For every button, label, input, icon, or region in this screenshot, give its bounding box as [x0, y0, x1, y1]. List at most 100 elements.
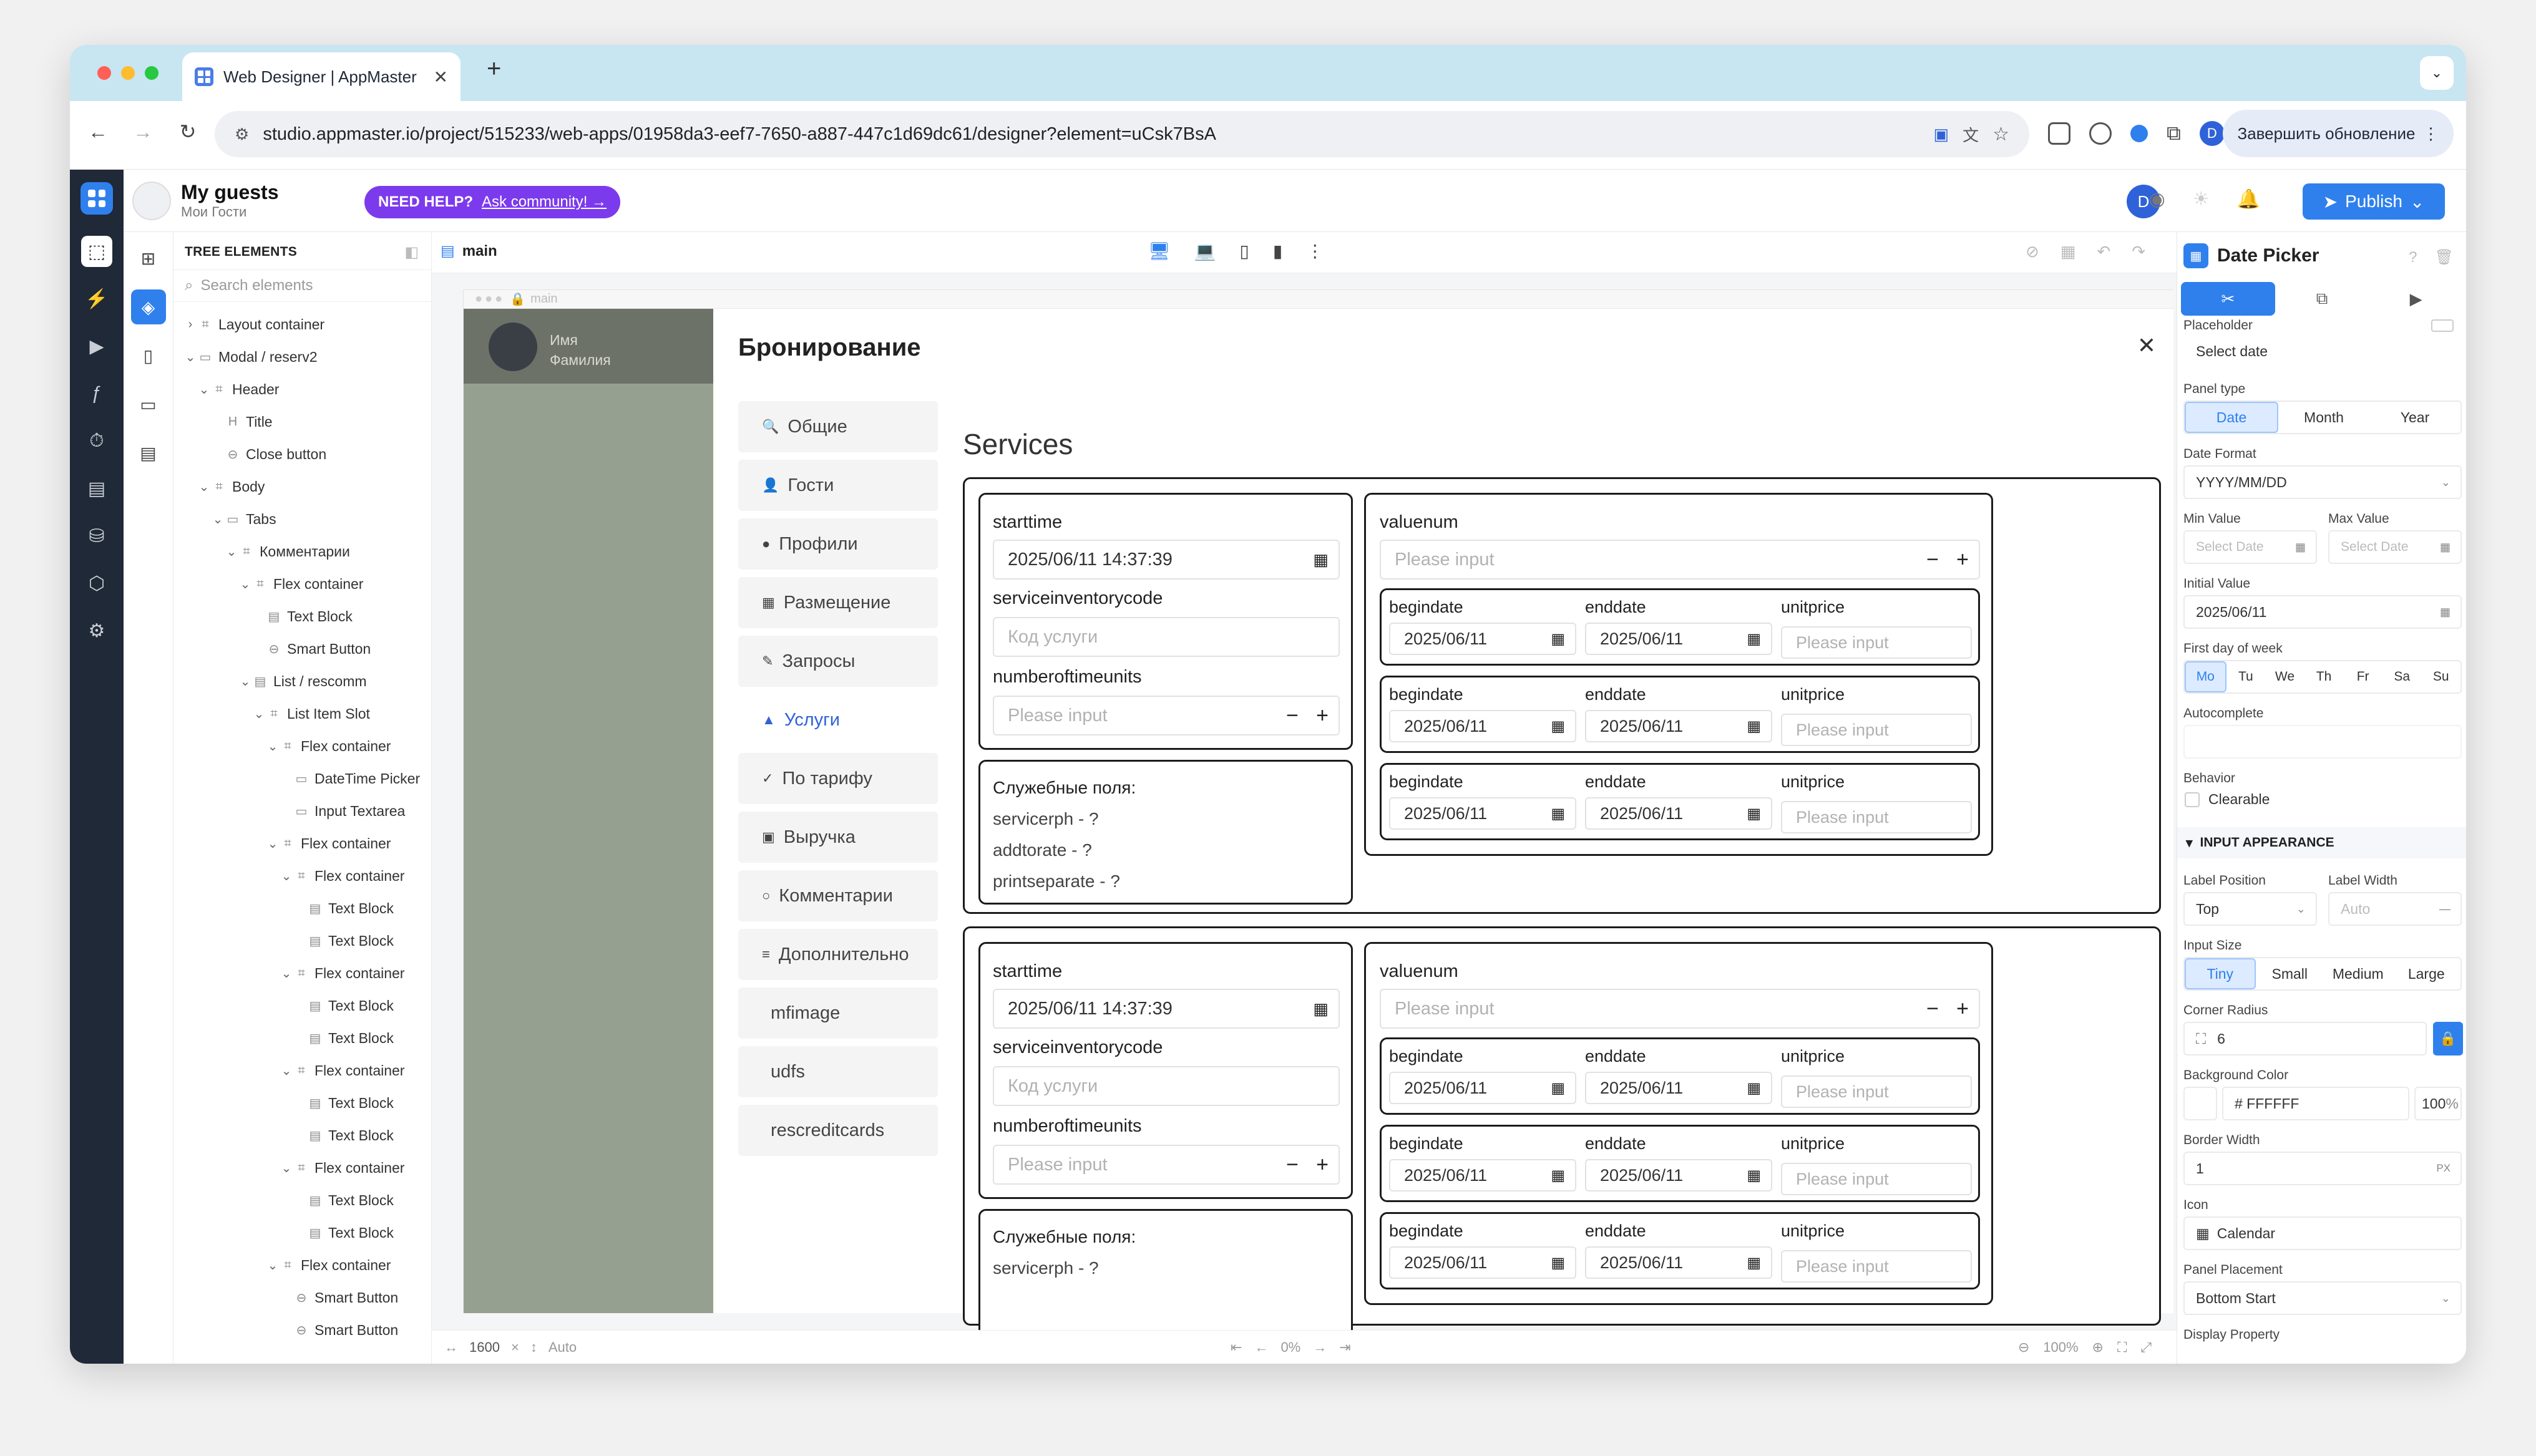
opacity-input[interactable]: 100% [2414, 1087, 2462, 1120]
help-icon[interactable]: ? [2409, 249, 2417, 266]
input-size-tiny[interactable]: Tiny [2185, 958, 2256, 989]
scroll-start-icon[interactable]: ⇤ [1231, 1339, 1242, 1356]
chevron-icon[interactable]: › [183, 318, 197, 332]
back-icon[interactable]: ← [82, 120, 114, 143]
panel-type-date[interactable]: Date [2185, 402, 2278, 433]
ask-community-link[interactable]: Ask community! → [482, 193, 607, 211]
input-size-medium[interactable]: Medium [2324, 958, 2392, 989]
chevron-icon[interactable]: ⌄ [280, 1160, 293, 1176]
tree-item[interactable]: ⌄ ⌗ Flex container [173, 1054, 432, 1087]
chevron-icon[interactable]: ⌄ [197, 382, 211, 397]
date-input[interactable]: 2025/06/11 ▦ [1585, 1159, 1772, 1191]
modal-tab[interactable]: 👤 Гости [738, 460, 938, 511]
modal-tab[interactable]: udfs [738, 1046, 938, 1097]
corner-radius-input[interactable]: ⛶ 6 [2183, 1022, 2427, 1056]
tree-item[interactable]: ▭ Input Textarea [173, 795, 432, 827]
max-value-input[interactable]: Select Date ▦ [2328, 530, 2462, 564]
tree-item[interactable]: ⌄ ⌗ Header [173, 373, 432, 405]
chevron-icon[interactable]: ⌄ [197, 479, 211, 495]
chevron-icon[interactable]: ⌄ [266, 739, 280, 754]
appmaster-logo-icon[interactable] [80, 182, 113, 215]
tree-search[interactable]: ⌕ Search elements [173, 269, 432, 302]
lock-icon[interactable]: 🔒 [2433, 1022, 2463, 1056]
numberoftimeunits-input[interactable]: Please input − + [993, 696, 1340, 735]
zoom-out-icon[interactable]: ⊖ [2018, 1339, 2029, 1356]
clearable-checkbox[interactable] [2185, 792, 2200, 807]
tree-item[interactable]: ▤ Text Block [173, 1184, 432, 1216]
starttime-input[interactable]: 2025/06/11 14:37:39 ▦ [993, 540, 1340, 580]
modal-tab[interactable]: ▦ Размещение [738, 577, 938, 628]
redo-icon[interactable]: ↷ [2132, 242, 2145, 261]
tree-item[interactable]: ⊖ Smart Button [173, 1314, 432, 1346]
zoom-in-icon[interactable]: ⊕ [2092, 1339, 2104, 1356]
date-input[interactable]: 2025/06/11 ▦ [1389, 710, 1576, 742]
panel-placement-select[interactable]: Bottom Start ⌄ [2183, 1281, 2462, 1315]
modal-tab[interactable]: ✎ Запросы [738, 636, 938, 687]
modal-tab[interactable]: ✓ По тарифу [738, 753, 938, 804]
unitprice-input[interactable]: Please input [1781, 626, 1972, 659]
icon-select[interactable]: ▦ Calendar [2183, 1216, 2462, 1250]
weekday-option[interactable]: Sa [2382, 661, 2422, 692]
laptop-view-icon[interactable]: 💻 [1194, 241, 1216, 261]
tree-item[interactable]: ⊖ Close button [173, 438, 432, 470]
serviceinventorycode-input[interactable]: Код услуги [993, 617, 1340, 657]
date-input[interactable]: 2025/06/11 ▦ [1585, 797, 1772, 830]
chevron-icon[interactable]: ⌄ [280, 1063, 293, 1079]
bookmark-star-icon[interactable]: ☆ [1992, 124, 2009, 145]
weekday-option[interactable]: Su [2421, 661, 2460, 692]
tree-item[interactable]: ▤ Text Block [173, 925, 432, 957]
debug-icon[interactable]: ☀ [2193, 188, 2210, 210]
translate-toggle-icon[interactable] [2431, 319, 2454, 332]
date-input[interactable]: 2025/06/11 ▦ [1389, 1246, 1576, 1279]
minimize-window-button[interactable] [121, 66, 135, 80]
minus-icon[interactable]: − [1926, 548, 1939, 572]
tree-item[interactable]: ⌄ ⌗ Комментарии [173, 535, 432, 568]
autocomplete-input[interactable] [2183, 725, 2462, 759]
starttime-input[interactable]: 2025/06/11 14:37:39 ▦ [993, 989, 1340, 1029]
tree-item[interactable]: ⌄ ⌗ Flex container [173, 568, 432, 600]
tree-item[interactable]: ⌄ ⌗ Flex container [173, 1152, 432, 1184]
chevron-icon[interactable]: ⌄ [238, 576, 252, 592]
tree-item[interactable]: ⌄ ⌗ Flex container [173, 957, 432, 989]
valuenum-input[interactable]: Please input − + [1380, 989, 1980, 1029]
canvas-height[interactable]: Auto [549, 1339, 577, 1356]
page-selector[interactable]: main [462, 243, 497, 260]
minus-icon[interactable]: − [1286, 704, 1299, 728]
close-window-button[interactable] [97, 66, 111, 80]
tree-item[interactable]: ⊖ Smart Button [173, 1281, 432, 1314]
input-size-small[interactable]: Small [2256, 958, 2324, 989]
min-value-input[interactable]: Select Date ▦ [2183, 530, 2317, 564]
maximize-window-button[interactable] [145, 66, 158, 80]
browser-tab[interactable]: Web Designer | AppMaster ✕ [182, 52, 461, 101]
tree-item[interactable]: ⌄ ⌗ Flex container [173, 1249, 432, 1281]
app-install-icon[interactable]: ▣ [1934, 125, 1949, 144]
weekday-option[interactable]: Fr [2343, 661, 2382, 692]
profile-avatar[interactable]: D [2199, 121, 2225, 146]
settings-gear-icon[interactable]: ⚙ [81, 615, 112, 646]
unitprice-input[interactable]: Please input [1781, 1075, 1972, 1108]
translate-icon[interactable]: 文 [1963, 123, 1979, 146]
serviceinventorycode-input[interactable]: Код услуги [993, 1066, 1340, 1106]
tree-item[interactable]: ⌄ ▤ List / rescomm [173, 665, 432, 697]
database-icon[interactable]: ⛁ [81, 520, 112, 551]
help-banner[interactable]: NEED HELP? Ask community! → [364, 186, 621, 218]
chevron-icon[interactable]: ⌄ [183, 349, 197, 365]
panel-type-year[interactable]: Year [2369, 402, 2460, 433]
scroll-left-icon[interactable]: ← [1254, 1339, 1268, 1356]
tree-item[interactable]: ⌄ ⌗ Flex container [173, 730, 432, 762]
fit-icon[interactable]: ⛶ [2117, 1339, 2127, 1356]
endpoints-icon[interactable]: ▶ [81, 331, 112, 362]
designer-icon[interactable]: ⬚ [81, 236, 112, 267]
canvas-width[interactable]: 1600 [469, 1339, 500, 1356]
tree-item[interactable]: ▤ Text Block [173, 1022, 432, 1054]
tree-item[interactable]: ⌄ ⌗ Body [173, 470, 432, 503]
tree-item[interactable]: ▤ Text Block [173, 892, 432, 925]
tree-item[interactable]: ⌄ ⌗ Flex container [173, 860, 432, 892]
tree-item[interactable]: ⌄ ▭ Modal / reserv2 [173, 341, 432, 373]
valuenum-input[interactable]: Please input − + [1380, 540, 1980, 580]
tree-item[interactable]: ▤ Text Block [173, 989, 432, 1022]
chevron-icon[interactable]: ⌄ [280, 868, 293, 884]
weekday-option[interactable]: We [2265, 661, 2304, 692]
extensions-puzzle-icon[interactable]: ⧉ [2167, 122, 2181, 145]
mobile-view-icon[interactable]: ▮ [1273, 241, 1282, 261]
